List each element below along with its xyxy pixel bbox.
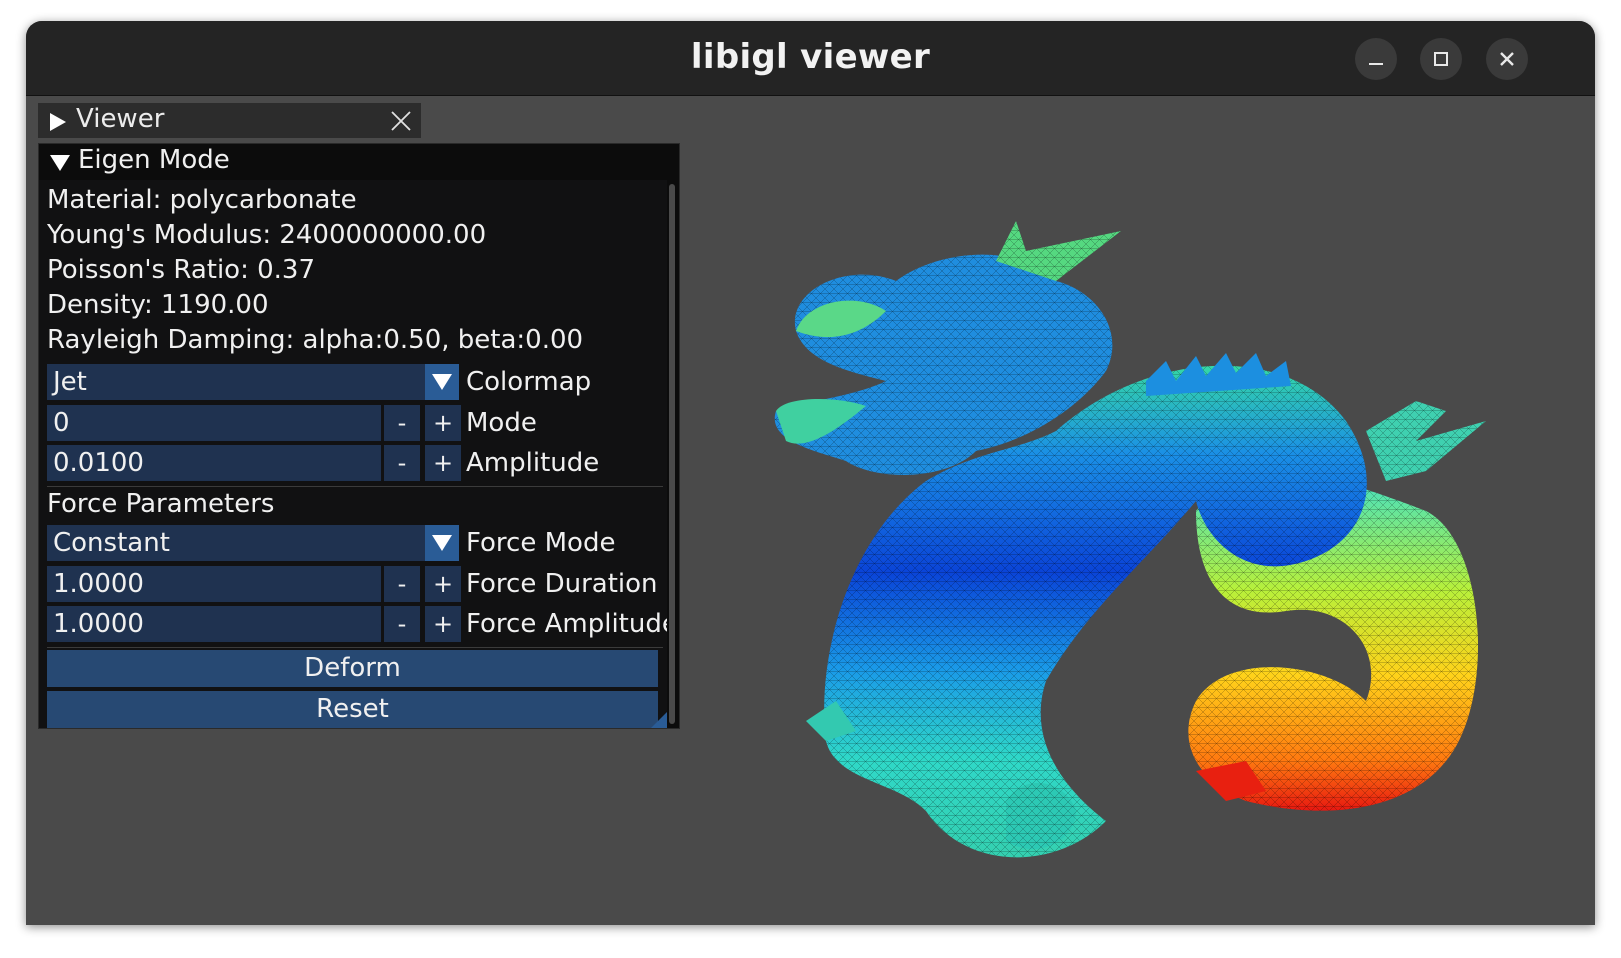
viewer-tab-label: Viewer bbox=[76, 104, 165, 134]
force-mode-label: Force Mode bbox=[466, 528, 616, 558]
close-icon bbox=[1500, 52, 1514, 66]
divider bbox=[47, 647, 663, 648]
reset-button[interactable]: Reset bbox=[47, 691, 658, 728]
deform-button[interactable]: Deform bbox=[47, 650, 658, 687]
mode-label: Mode bbox=[466, 408, 537, 438]
amplitude-increment-button[interactable]: + bbox=[425, 445, 461, 481]
force-amplitude-input[interactable]: 1.0000 bbox=[47, 606, 381, 642]
scrollbar-thumb[interactable] bbox=[669, 184, 675, 724]
triangle-down-icon bbox=[432, 535, 452, 551]
poisson-ratio-text: Poisson's Ratio: 0.37 bbox=[47, 255, 315, 285]
force-mode-dropdown-button[interactable] bbox=[425, 525, 459, 561]
triangle-right-icon bbox=[50, 113, 66, 131]
force-mode-select[interactable]: Constant bbox=[47, 525, 425, 561]
force-parameters-heading: Force Parameters bbox=[47, 489, 275, 519]
resize-grip-icon[interactable] bbox=[651, 712, 667, 728]
panel-title: Eigen Mode bbox=[78, 145, 230, 175]
rayleigh-damping-text: Rayleigh Damping: alpha:0.50, beta:0.00 bbox=[47, 325, 584, 355]
colormap-select[interactable]: Jet bbox=[47, 364, 425, 400]
triangle-down-icon bbox=[50, 155, 70, 171]
material-text: Material: polycarbonate bbox=[47, 185, 357, 215]
app-window: libigl viewer Viewer Eigen Mode Material… bbox=[26, 21, 1595, 925]
amplitude-label: Amplitude bbox=[466, 448, 600, 478]
mode-increment-button[interactable]: + bbox=[425, 405, 461, 441]
force-duration-input[interactable]: 1.0000 bbox=[47, 566, 381, 602]
force-duration-label: Force Duration bbox=[466, 569, 658, 599]
amplitude-decrement-button[interactable]: - bbox=[384, 445, 420, 481]
colormap-dropdown-button[interactable] bbox=[425, 364, 459, 400]
youngs-modulus-text: Young's Modulus: 2400000000.00 bbox=[47, 220, 487, 250]
dragon-mesh bbox=[774, 221, 1486, 858]
force-amplitude-increment-button[interactable]: + bbox=[425, 606, 461, 642]
maximize-icon bbox=[1434, 52, 1448, 66]
minimize-icon bbox=[1369, 63, 1383, 65]
mode-input[interactable]: 0 bbox=[47, 405, 381, 441]
force-duration-decrement-button[interactable]: - bbox=[384, 566, 420, 602]
eigen-mode-panel: Eigen Mode Material: polycarbonate Young… bbox=[38, 143, 680, 729]
panel-header[interactable]: Eigen Mode bbox=[39, 144, 679, 180]
close-button[interactable] bbox=[1486, 38, 1528, 80]
colormap-label: Colormap bbox=[466, 367, 592, 397]
mode-decrement-button[interactable]: - bbox=[384, 405, 420, 441]
viewer-tab[interactable]: Viewer bbox=[38, 103, 421, 138]
amplitude-input[interactable]: 0.0100 bbox=[47, 445, 381, 481]
triangle-down-icon bbox=[432, 374, 452, 390]
close-icon[interactable] bbox=[390, 110, 412, 132]
force-amplitude-decrement-button[interactable]: - bbox=[384, 606, 420, 642]
title-bar[interactable]: libigl viewer bbox=[26, 21, 1595, 96]
force-duration-increment-button[interactable]: + bbox=[425, 566, 461, 602]
maximize-button[interactable] bbox=[1420, 38, 1462, 80]
minimize-button[interactable] bbox=[1355, 38, 1397, 80]
density-text: Density: 1190.00 bbox=[47, 290, 269, 320]
force-amplitude-label: Force Amplitude bbox=[466, 609, 678, 639]
